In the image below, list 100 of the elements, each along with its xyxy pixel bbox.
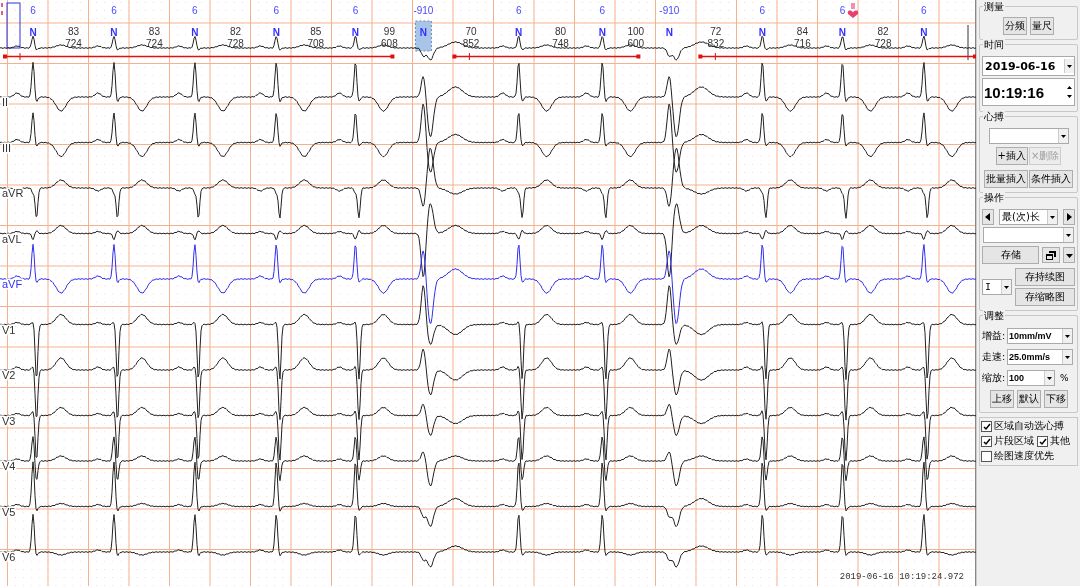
lead-label[interactable]: V3	[2, 414, 16, 427]
lead-label[interactable]: aVF	[2, 278, 23, 290]
heart-rate: 72	[710, 26, 722, 37]
beat-annotation: 6	[192, 5, 198, 16]
heart-rate: 100	[627, 26, 645, 37]
lead-label[interactable]: aVL	[2, 232, 22, 245]
cursor-box[interactable]	[6, 2, 21, 49]
beat-label[interactable]: N	[414, 20, 432, 52]
heart-rate: 99	[383, 26, 395, 37]
group-title: 调整	[983, 310, 1005, 322]
caret-icon	[1001, 280, 1011, 294]
right-arrow-icon	[1066, 213, 1072, 221]
rr-interval: 708	[307, 38, 325, 49]
beat-annotation: -910	[413, 5, 434, 16]
setting-dropdown[interactable]: 10mm/mV	[1007, 328, 1073, 344]
save-button[interactable]: 存储	[982, 246, 1039, 264]
next-button[interactable]	[1063, 209, 1075, 225]
rr-interval: 832	[707, 38, 725, 49]
beat-label[interactable]: N	[110, 27, 118, 38]
beat-annotation: 6	[515, 5, 522, 16]
unit-label: %	[1060, 373, 1069, 383]
beat-annotation: 6	[921, 5, 927, 16]
heart-rate: 70	[465, 26, 477, 37]
lead-label[interactable]: aVR	[2, 187, 24, 199]
beat-label[interactable]: N	[272, 27, 280, 38]
beat-annotation: 6	[759, 5, 766, 16]
rr-interval: 728	[874, 38, 892, 49]
beat-label[interactable]: N	[515, 27, 523, 38]
group-title: 操作	[983, 192, 1005, 204]
checkbox-label: 片段区域	[994, 435, 1034, 448]
setting-dropdown[interactable]: 25.0mm/s	[1007, 349, 1073, 365]
adjust-button[interactable]: 下移	[1043, 390, 1068, 408]
time-field[interactable]: 10:19:16	[982, 78, 1075, 106]
lead-dropdown[interactable]: I	[982, 279, 1012, 295]
rr-interval: 724	[146, 38, 163, 49]
beat-annotation: -910	[659, 5, 680, 16]
caret-icon	[1062, 350, 1072, 364]
caret-icon	[1063, 228, 1073, 242]
rr-interval: 716	[794, 38, 811, 49]
checkbox[interactable]	[981, 436, 992, 447]
beat-annotation: 6	[599, 5, 606, 16]
heart-rate: 84	[796, 26, 808, 37]
adjust-button[interactable]: 上移	[989, 390, 1014, 408]
rr-interval: 728	[227, 38, 244, 49]
timestamp: 2019-06-16 10:19:24.972	[839, 572, 964, 582]
segment-line[interactable]	[698, 52, 976, 61]
segment-line[interactable]	[3, 52, 395, 61]
field-label: 走速:	[982, 350, 1007, 364]
beat-label[interactable]: N	[598, 27, 606, 38]
field-label: 缩放:	[982, 371, 1007, 385]
heart-rate: 83	[67, 26, 80, 37]
checkbox[interactable]	[981, 451, 992, 462]
left-arrow-icon	[985, 213, 991, 221]
lead-label[interactable]: V2	[2, 369, 16, 381]
group-title: 时间	[983, 39, 1005, 51]
group-title: 心搏	[983, 111, 1005, 123]
lead-label[interactable]: II	[2, 96, 9, 108]
beat-annotation: 6	[839, 5, 846, 16]
segment-line[interactable]	[452, 52, 641, 61]
beat-label[interactable]: N	[351, 27, 360, 38]
dropdown-button[interactable]	[1063, 247, 1075, 263]
beat-label[interactable]: N	[665, 27, 673, 38]
heart-rate: 82	[877, 26, 889, 37]
rr-interval: 852	[462, 38, 480, 49]
checkbox[interactable]	[981, 421, 992, 432]
beat-label[interactable]: N	[758, 27, 766, 38]
checkbox-label: 绘图速度优先	[994, 450, 1054, 463]
lead-label[interactable]: V5	[2, 505, 16, 518]
beat-button[interactable]: 批量插入	[984, 170, 1028, 188]
heart-icon	[847, 3, 859, 18]
beat-label[interactable]: N	[920, 27, 928, 38]
windows-icon	[1046, 250, 1056, 260]
beat-label[interactable]: N	[838, 27, 847, 38]
lead-label[interactable]: V4	[2, 460, 16, 472]
adjust-button[interactable]: 默认	[1016, 390, 1041, 408]
heart-rate: 82	[230, 26, 242, 37]
checkbox-label: 其他	[1050, 435, 1070, 448]
beat-label[interactable]: N	[29, 27, 37, 38]
heart-rate: 85	[310, 26, 322, 37]
previous-button[interactable]	[982, 209, 994, 225]
beat-annotation: 6	[111, 5, 117, 16]
save-image-button[interactable]: 存持续图	[1015, 268, 1075, 286]
beat-button[interactable]: +插入	[995, 147, 1028, 165]
save-image-button[interactable]: 存缩略图	[1015, 288, 1075, 306]
checkbox[interactable]	[1037, 436, 1048, 447]
tool-button[interactable]: 量尺	[1030, 17, 1054, 35]
cursor-line	[967, 24, 969, 61]
window-button[interactable]	[1042, 247, 1060, 263]
date-dropdown[interactable]: 2019-06-16	[982, 56, 1075, 76]
caret-icon	[1047, 210, 1057, 224]
checkbox-label: 区域自动选心搏	[994, 420, 1064, 433]
lead-label[interactable]: V6	[2, 551, 16, 563]
beat-button[interactable]: 条件插入	[1029, 170, 1073, 188]
beat-label[interactable]: N	[191, 27, 199, 38]
heart-rate: 83	[148, 26, 160, 37]
sort-dropdown[interactable]: 最(次)长	[999, 209, 1058, 225]
rr-interval: 724	[65, 38, 82, 49]
setting-dropdown[interactable]: 100	[1007, 370, 1055, 386]
caret-icon	[1064, 59, 1074, 73]
tool-button[interactable]: 分频	[1003, 17, 1027, 35]
